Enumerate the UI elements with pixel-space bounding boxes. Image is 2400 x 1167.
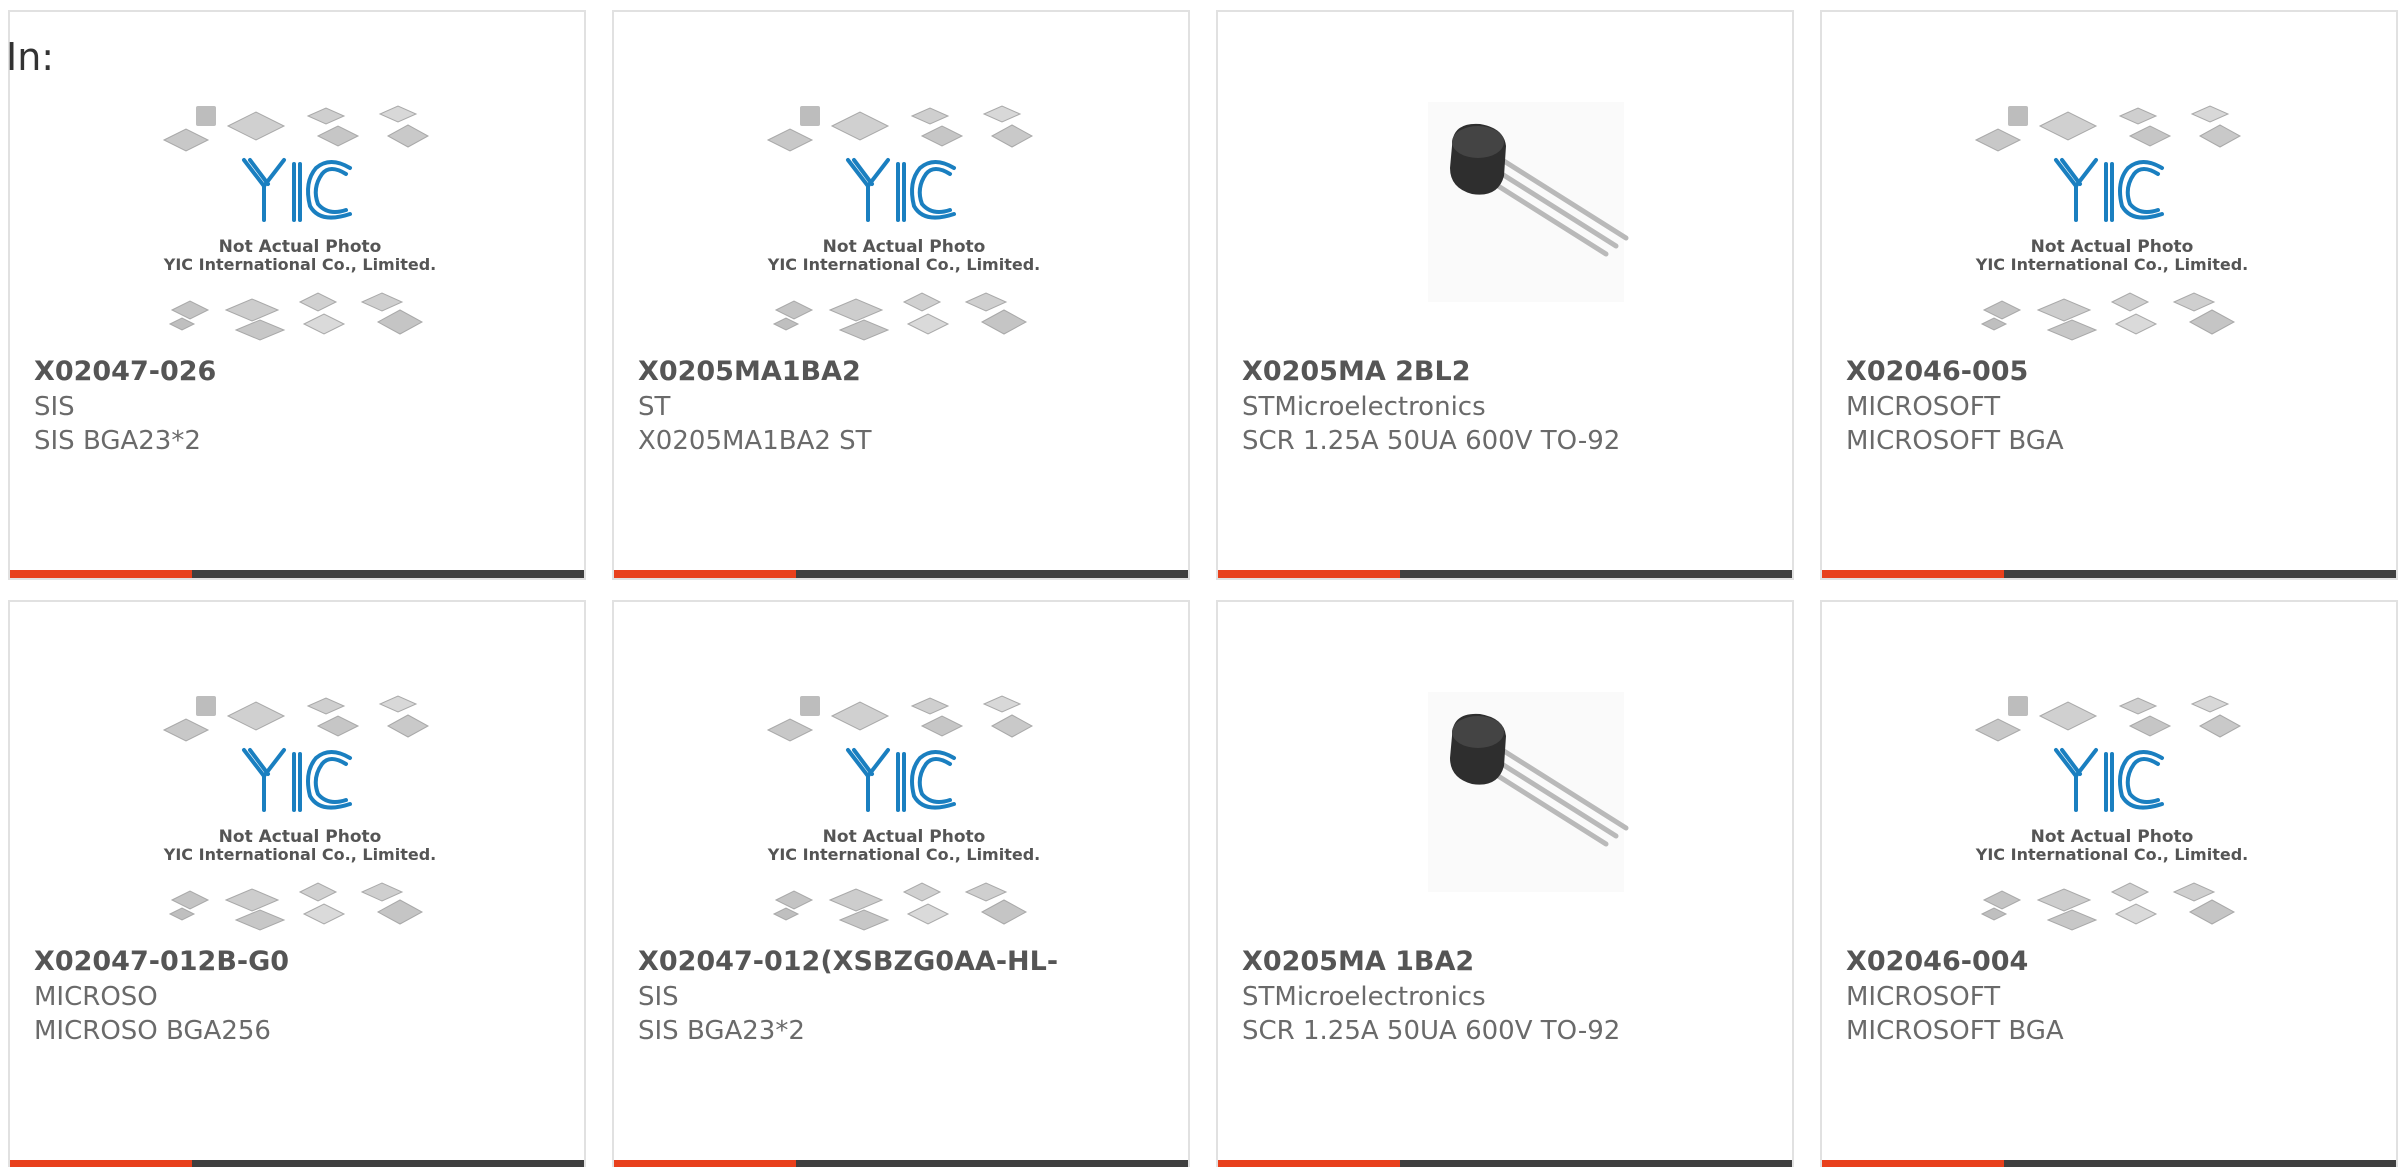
product-description: MICROSOFT BGA <box>1846 426 2064 456</box>
card-bottom-bar <box>1218 1160 1792 1167</box>
product-card[interactable]: Not Actual Photo YIC International Co., L… <box>612 10 1190 580</box>
svg-text:Not Actual Photo: Not Actual Photo <box>2031 237 2194 257</box>
product-part-number[interactable]: X02046-005 <box>1846 356 2028 387</box>
svg-text:Not Actual Photo: Not Actual Photo <box>219 237 382 257</box>
product-description: MICROSOFT BGA <box>1846 1016 2064 1046</box>
card-accent-bar <box>10 570 192 578</box>
product-card[interactable]: Not Actual Photo YIC International Co., L… <box>1820 600 2398 1167</box>
card-bottom-bar <box>614 1160 1188 1167</box>
svg-text:Not Actual Photo: Not Actual Photo <box>2031 827 2194 847</box>
product-card[interactable]: X0205MA 2BL2 STMicroelectronics SCR 1.25… <box>1216 10 1794 580</box>
product-image-placeholder[interactable]: Not Actual Photo YIC International Co., L… <box>160 102 440 352</box>
svg-text:Not Actual Photo: Not Actual Photo <box>219 827 382 847</box>
product-manufacturer: STMicroelectronics <box>1242 982 1486 1012</box>
yic-placeholder-icon: Not Actual PhotoYIC International Co., L… <box>1975 105 2248 341</box>
to92-transistor-icon <box>1428 102 1629 302</box>
card-bottom-bar <box>1822 570 2396 578</box>
svg-text:YIC International Co., Limited: YIC International Co., Limited. <box>767 255 1040 274</box>
card-bottom-bar <box>10 570 584 578</box>
card-accent-bar <box>614 570 796 578</box>
product-image-placeholder[interactable]: Not Actual Photo YIC International Co., L… <box>1972 692 2252 942</box>
product-description: SCR 1.25A 50UA 600V TO-92 <box>1242 1016 1621 1046</box>
product-image-placeholder[interactable]: Not Actual Photo YIC International Co., L… <box>1972 102 2252 352</box>
product-manufacturer: SIS <box>34 392 75 422</box>
yic-placeholder-icon: Not Actual PhotoYIC International Co., L… <box>767 105 1040 341</box>
product-part-number[interactable]: X02046-004 <box>1846 946 2028 977</box>
product-listing-page: Not Actual Photo YIC International Co., L… <box>0 0 2400 1167</box>
product-card[interactable]: Not Actual Photo YIC International Co., L… <box>1820 10 2398 580</box>
card-accent-bar <box>1822 1160 2004 1167</box>
svg-text:YIC International Co., Limited: YIC International Co., Limited. <box>163 845 436 864</box>
product-card[interactable]: Not Actual Photo YIC International Co., L… <box>612 600 1190 1167</box>
product-grid: Not Actual Photo YIC International Co., L… <box>0 0 2400 1167</box>
product-manufacturer: MICROSOFT <box>1846 982 2001 1012</box>
svg-text:YIC International Co., Limited: YIC International Co., Limited. <box>767 845 1040 864</box>
svg-text:Not Actual Photo: Not Actual Photo <box>823 237 986 257</box>
product-part-number[interactable]: X0205MA 1BA2 <box>1242 946 1474 977</box>
product-manufacturer: SIS <box>638 982 679 1012</box>
product-image-placeholder[interactable]: Not Actual Photo YIC International Co., L… <box>764 102 1044 352</box>
yic-placeholder-icon: Not Actual PhotoYIC International Co., L… <box>767 695 1040 931</box>
product-image-transistor[interactable] <box>1368 102 1648 352</box>
product-manufacturer: MICROSOFT <box>1846 392 2001 422</box>
svg-text:YIC International Co., Limited: YIC International Co., Limited. <box>1975 255 2248 274</box>
to92-transistor-icon <box>1428 692 1629 892</box>
product-description: SIS BGA23*2 <box>34 426 201 456</box>
product-card[interactable]: X0205MA 1BA2 STMicroelectronics SCR 1.25… <box>1216 600 1794 1167</box>
product-part-number[interactable]: X02047-012B-G0 <box>34 946 289 977</box>
card-accent-bar <box>1218 1160 1400 1167</box>
product-image-placeholder[interactable]: Not Actual Photo YIC International Co., L… <box>160 692 440 942</box>
product-image-transistor[interactable] <box>1368 692 1648 942</box>
svg-text:Not Actual Photo: Not Actual Photo <box>823 827 986 847</box>
product-image-placeholder[interactable]: Not Actual Photo YIC International Co., L… <box>764 692 1044 942</box>
svg-text:YIC International Co., Limited: YIC International Co., Limited. <box>163 255 436 274</box>
card-accent-bar <box>10 1160 192 1167</box>
in-label: In: <box>6 35 55 79</box>
product-description: MICROSO BGA256 <box>34 1016 271 1046</box>
yic-placeholder-icon: Not Actual PhotoYIC International Co., L… <box>163 695 436 931</box>
yic-placeholder-icon: Not Actual PhotoYIC International Co., L… <box>1975 695 2248 931</box>
card-bottom-bar <box>1218 570 1792 578</box>
card-accent-bar <box>1218 570 1400 578</box>
product-description: SCR 1.25A 50UA 600V TO-92 <box>1242 426 1621 456</box>
product-part-number[interactable]: X0205MA1BA2 <box>638 356 861 387</box>
svg-text:YIC International Co., Limited: YIC International Co., Limited. <box>1975 845 2248 864</box>
product-manufacturer: STMicroelectronics <box>1242 392 1486 422</box>
product-part-number[interactable]: X02047-026 <box>34 356 216 387</box>
product-part-number[interactable]: X0205MA 2BL2 <box>1242 356 1471 387</box>
card-accent-bar <box>614 1160 796 1167</box>
product-card[interactable]: Not Actual Photo YIC International Co., L… <box>8 10 586 580</box>
card-bottom-bar <box>1822 1160 2396 1167</box>
product-part-number[interactable]: X02047-012(XSBZG0AA-HL- <box>638 946 1058 977</box>
card-bottom-bar <box>614 570 1188 578</box>
card-bottom-bar <box>10 1160 584 1167</box>
card-accent-bar <box>1822 570 2004 578</box>
yic-placeholder-icon: Not Actual PhotoYIC International Co., L… <box>163 105 436 341</box>
product-manufacturer: ST <box>638 392 671 422</box>
product-manufacturer: MICROSO <box>34 982 158 1012</box>
product-description: X0205MA1BA2 ST <box>638 426 872 456</box>
product-description: SIS BGA23*2 <box>638 1016 805 1046</box>
product-card[interactable]: Not Actual Photo YIC International Co., L… <box>8 600 586 1167</box>
